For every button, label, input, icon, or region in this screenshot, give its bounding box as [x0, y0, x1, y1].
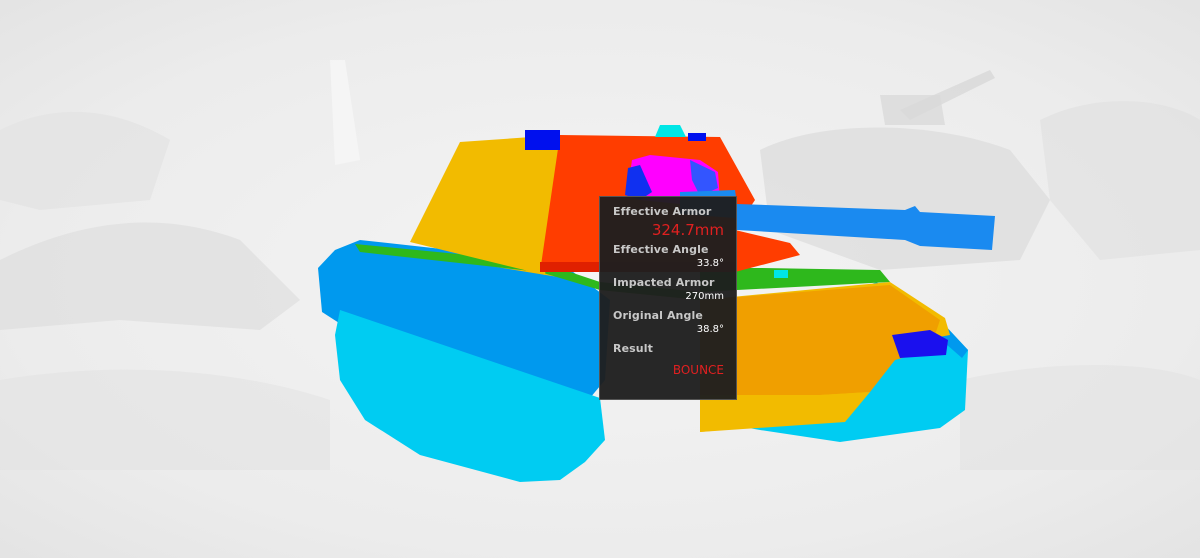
effective-armor-label: Effective Armor — [613, 205, 712, 218]
result-value: BOUNCE — [672, 363, 724, 377]
original-angle-value: 38.8° — [696, 324, 724, 335]
original-angle-label: Original Angle — [613, 309, 703, 322]
impacted-armor-value: 270mm — [685, 291, 724, 302]
effective-armor-value: 324.7mm — [651, 221, 724, 239]
effective-angle-label: Effective Angle — [613, 243, 709, 256]
cupola-left — [525, 130, 560, 150]
armor-info-tooltip: Effective Armor 324.7mm Effective Angle … — [599, 196, 737, 400]
cupola-right — [688, 133, 706, 141]
effective-angle-value: 33.8° — [696, 258, 724, 269]
result-label: Result — [613, 342, 653, 355]
impacted-armor-label: Impacted Armor — [613, 276, 715, 289]
